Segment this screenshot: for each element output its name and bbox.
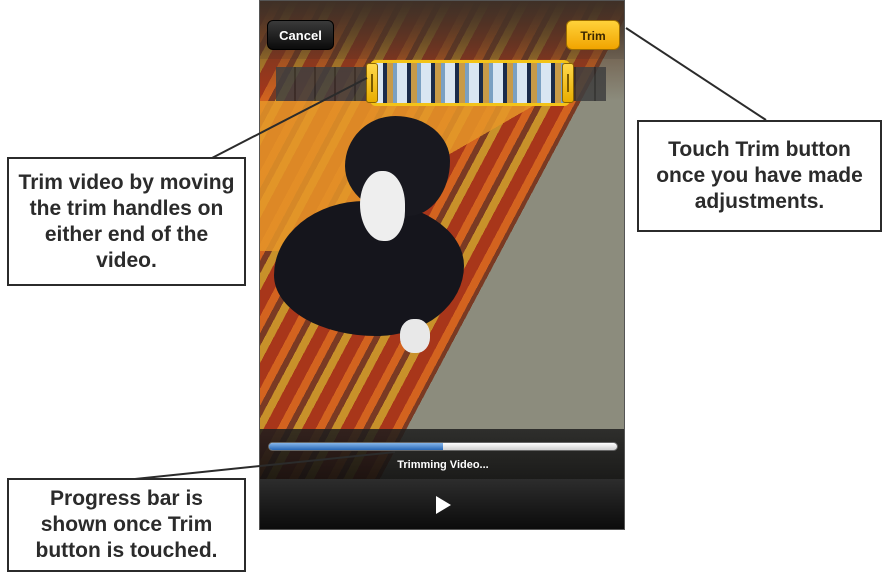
trim-handle-left-icon[interactable] <box>366 63 378 103</box>
cancel-button[interactable]: Cancel <box>267 20 334 50</box>
trim-button[interactable]: Trim <box>566 20 620 50</box>
progress-label: Trimming Video... <box>397 459 489 471</box>
trim-handle-right-icon[interactable] <box>562 63 574 103</box>
leader-line-trim-button <box>625 27 767 121</box>
dog-chest <box>360 171 405 241</box>
trim-selection-window[interactable] <box>370 60 570 106</box>
progress-fill <box>269 443 443 450</box>
play-icon[interactable] <box>436 496 451 514</box>
callout-trim-handles: Trim video by moving the trim handles on… <box>7 157 246 286</box>
progress-panel: Trimming Video... <box>260 429 624 479</box>
dog-paw <box>400 319 430 353</box>
video-trim-screen: Cancel Trim Trimming Video... <box>259 0 625 530</box>
playback-bar <box>260 479 624 529</box>
callout-trim-button: Touch Trim button once you have made adj… <box>637 120 882 232</box>
callout-progress-bar: Progress bar is shown once Trim button i… <box>7 478 246 572</box>
progress-bar <box>268 442 618 451</box>
